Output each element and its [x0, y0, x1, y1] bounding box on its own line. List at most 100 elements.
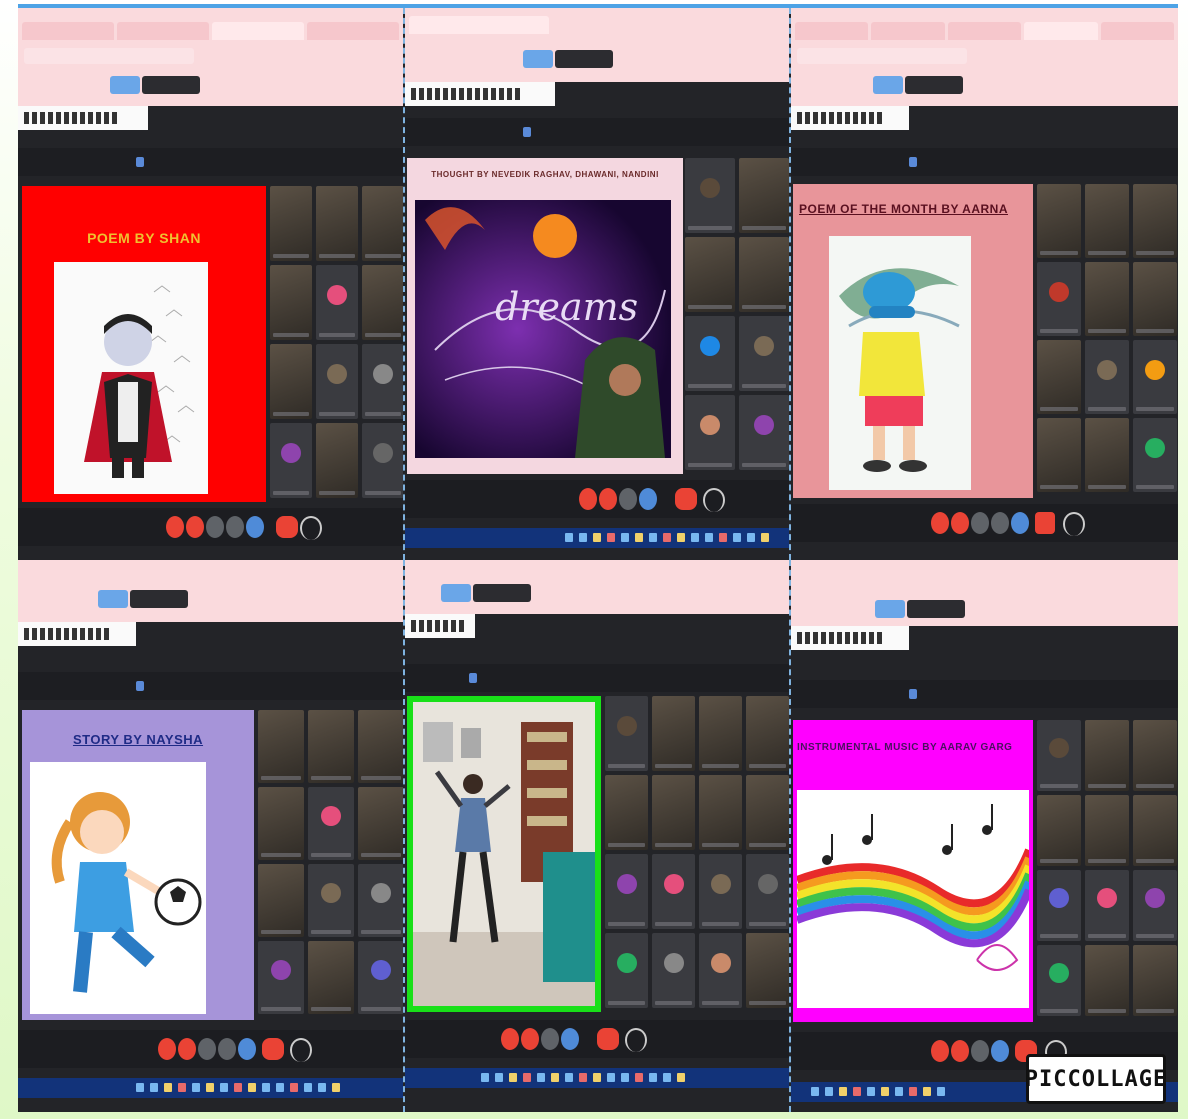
- participant-tile[interactable]: [1085, 340, 1129, 414]
- participant-tile[interactable]: [1085, 870, 1129, 941]
- participant-tile[interactable]: [1133, 184, 1177, 258]
- participant-tile[interactable]: [685, 237, 735, 312]
- browser-tab[interactable]: [947, 22, 1022, 40]
- camera-off-button[interactable]: [186, 516, 204, 538]
- participant-tile[interactable]: [362, 265, 403, 340]
- participant-tile[interactable]: [358, 710, 403, 783]
- mic-off-button[interactable]: [931, 512, 949, 534]
- present-button[interactable]: [246, 516, 264, 538]
- participant-tile[interactable]: [362, 423, 403, 498]
- captions-button[interactable]: [971, 512, 989, 534]
- participant-tile[interactable]: [685, 158, 735, 233]
- participant-tile[interactable]: [1037, 795, 1081, 866]
- participant-tile[interactable]: [316, 344, 358, 419]
- address-bar[interactable]: [24, 48, 194, 64]
- browser-tab[interactable]: [871, 22, 945, 40]
- participant-tile[interactable]: [358, 941, 403, 1014]
- menu-button[interactable]: [907, 600, 965, 618]
- share-button[interactable]: [110, 76, 140, 94]
- end-call-button[interactable]: [597, 1028, 619, 1050]
- raise-hand-button[interactable]: [991, 512, 1009, 534]
- captions-button[interactable]: [206, 516, 224, 538]
- mic-off-button[interactable]: [579, 488, 597, 510]
- participant-tile[interactable]: [258, 710, 304, 783]
- more-options-icon[interactable]: [703, 488, 725, 512]
- camera-off-button[interactable]: [178, 1038, 196, 1060]
- present-button[interactable]: [639, 488, 657, 510]
- raise-hand-button[interactable]: [218, 1038, 236, 1060]
- share-button[interactable]: [98, 590, 128, 608]
- end-call-button[interactable]: [262, 1038, 284, 1060]
- participant-tile[interactable]: [605, 775, 648, 850]
- participant-tile[interactable]: [308, 941, 354, 1014]
- browser-tab-active[interactable]: [212, 22, 304, 40]
- participant-tile[interactable]: [1133, 418, 1177, 492]
- participant-tile[interactable]: [699, 933, 742, 1008]
- browser-tab-active[interactable]: [1024, 22, 1098, 40]
- browser-tab[interactable]: [307, 22, 399, 40]
- menu-button[interactable]: [473, 584, 531, 602]
- share-button[interactable]: [441, 584, 471, 602]
- participant-tile[interactable]: [1037, 720, 1081, 791]
- address-bar[interactable]: [797, 48, 967, 64]
- participant-tile[interactable]: [1037, 870, 1081, 941]
- end-call-button[interactable]: [675, 488, 697, 510]
- end-call-button[interactable]: [276, 516, 298, 538]
- participant-tile[interactable]: [270, 186, 312, 261]
- participant-tile[interactable]: [270, 344, 312, 419]
- browser-tab[interactable]: [1100, 22, 1175, 40]
- participant-tile[interactable]: [699, 696, 742, 771]
- participant-tile[interactable]: [316, 186, 358, 261]
- participant-tile[interactable]: [652, 696, 695, 771]
- present-button[interactable]: [1011, 512, 1029, 534]
- camera-off-button[interactable]: [599, 488, 617, 510]
- raise-hand-button[interactable]: [226, 516, 244, 538]
- participant-tile[interactable]: [605, 696, 648, 771]
- captions-button[interactable]: [198, 1038, 216, 1060]
- participant-tile[interactable]: [270, 423, 312, 498]
- participant-tile[interactable]: [1133, 945, 1177, 1016]
- participant-tile[interactable]: [1133, 262, 1177, 336]
- browser-tab[interactable]: [22, 22, 114, 40]
- participant-tile[interactable]: [308, 787, 354, 860]
- participant-tile[interactable]: [1133, 340, 1177, 414]
- camera-off-button[interactable]: [951, 512, 969, 534]
- share-button[interactable]: [875, 600, 905, 618]
- participant-tile[interactable]: [746, 854, 789, 929]
- participant-tile[interactable]: [1085, 418, 1129, 492]
- present-button[interactable]: [991, 1040, 1009, 1062]
- share-button[interactable]: [523, 50, 553, 68]
- participant-tile[interactable]: [1037, 418, 1081, 492]
- participant-tile[interactable]: [316, 423, 358, 498]
- participant-tile[interactable]: [605, 854, 648, 929]
- participant-tile[interactable]: [739, 237, 789, 312]
- participant-tile[interactable]: [1085, 184, 1129, 258]
- end-call-button[interactable]: [1035, 512, 1055, 534]
- participant-tile[interactable]: [1133, 795, 1177, 866]
- participant-tile[interactable]: [358, 787, 403, 860]
- browser-tab[interactable]: [117, 22, 209, 40]
- share-button[interactable]: [873, 76, 903, 94]
- menu-button[interactable]: [142, 76, 200, 94]
- participant-tile[interactable]: [652, 933, 695, 1008]
- mic-off-button[interactable]: [166, 516, 184, 538]
- participant-tile[interactable]: [1085, 262, 1129, 336]
- participant-tile[interactable]: [1037, 184, 1081, 258]
- participant-tile[interactable]: [258, 787, 304, 860]
- participant-tile[interactable]: [362, 186, 403, 261]
- participant-tile[interactable]: [1037, 945, 1081, 1016]
- menu-button[interactable]: [905, 76, 963, 94]
- participant-tile[interactable]: [362, 344, 403, 419]
- participant-tile[interactable]: [1085, 945, 1129, 1016]
- participant-tile[interactable]: [652, 775, 695, 850]
- mic-off-button[interactable]: [158, 1038, 176, 1060]
- browser-tab-active[interactable]: [409, 16, 549, 34]
- menu-button[interactable]: [555, 50, 613, 68]
- more-options-icon[interactable]: [300, 516, 322, 540]
- captions-button[interactable]: [971, 1040, 989, 1062]
- participant-tile[interactable]: [358, 864, 403, 937]
- mic-off-button[interactable]: [931, 1040, 949, 1062]
- participant-tile[interactable]: [316, 265, 358, 340]
- present-button[interactable]: [561, 1028, 579, 1050]
- participant-tile[interactable]: [739, 316, 789, 391]
